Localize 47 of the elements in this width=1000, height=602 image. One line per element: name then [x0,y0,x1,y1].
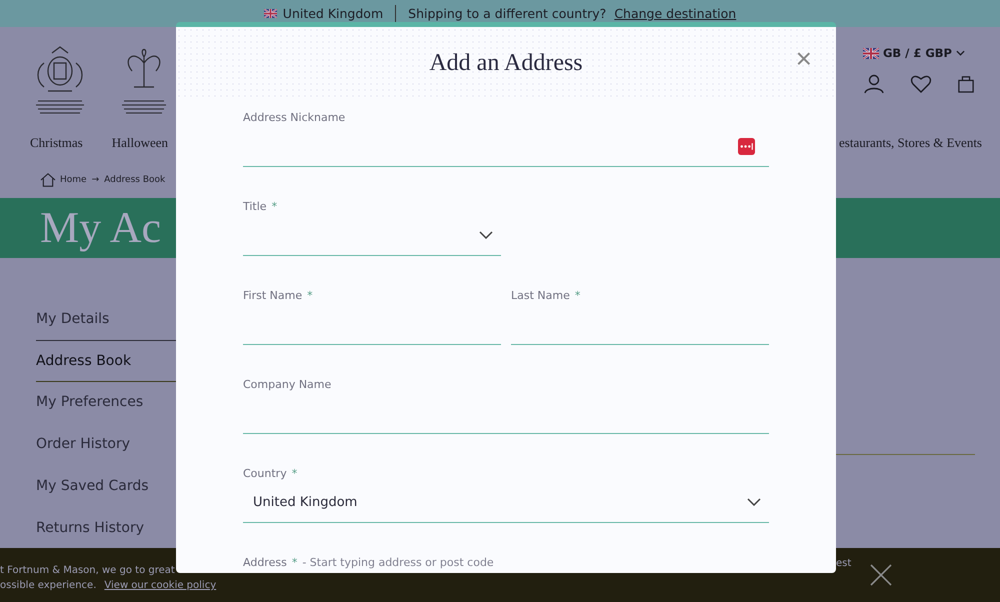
sidebar-item[interactable]: My Preferences [36,382,176,424]
required-mark: * [292,556,298,569]
currency-selector[interactable]: GB / £ GBP [862,46,965,60]
sidebar-item[interactable]: Order History [36,424,176,466]
shipping-question: Shipping to a different country? [408,6,606,21]
password-manager-icon[interactable] [738,138,755,154]
shopping-bag-icon[interactable] [958,74,974,94]
required-mark: * [574,289,580,302]
modal-title: Add an Address [429,50,583,76]
required-mark: * [307,289,313,302]
field-label: Title [243,200,267,213]
field-label: First Name [243,289,302,302]
close-icon[interactable] [870,564,892,586]
field-label: Address [243,556,287,569]
close-button[interactable]: × [794,45,814,73]
required-mark: * [292,467,298,480]
breadcrumb-link[interactable]: Home [60,175,87,185]
page-title: My Ac [40,206,161,250]
select-field[interactable]: United Kingdom [243,482,769,523]
field-label: Country [243,467,287,480]
chevron-down-icon [747,498,761,506]
breadcrumb-link[interactable]: Address Book [104,175,166,185]
nav-link[interactable]: estaurants, Stores & Events [839,135,982,151]
field-label: Company Name [243,378,332,391]
required-mark: * [272,200,278,213]
home-icon[interactable] [40,173,56,187]
flag-icon [862,48,879,58]
country-label: United Kingdom [282,6,384,21]
sidebar-item[interactable]: Returns History [36,508,176,550]
cookie-text: ossible experience. [0,580,96,591]
caret-icon [956,50,965,56]
heart-icon[interactable] [910,74,932,94]
change-destination-link[interactable]: Change destination [614,6,736,21]
nav-link[interactable]: Halloween [112,135,168,151]
flag-icon [264,9,277,18]
chevron-down-icon [479,231,493,239]
sidebar-item[interactable]: My Saved Cards [36,466,176,508]
cookie-policy-link[interactable]: View our cookie policy [104,580,216,591]
cookie-text: t Fortnum & Mason, we go to great [0,565,175,576]
field-label: Address Nickname [243,111,346,124]
sidebar-item[interactable]: My Details [36,299,176,341]
cookie-text: est [836,558,852,569]
field-hint: - Start typing address or post code [302,556,494,569]
account-icon[interactable] [864,74,884,94]
nav-link[interactable]: Christmas [30,135,83,151]
breadcrumb-separator: → [92,175,100,185]
field-label: Last Name [511,289,570,302]
